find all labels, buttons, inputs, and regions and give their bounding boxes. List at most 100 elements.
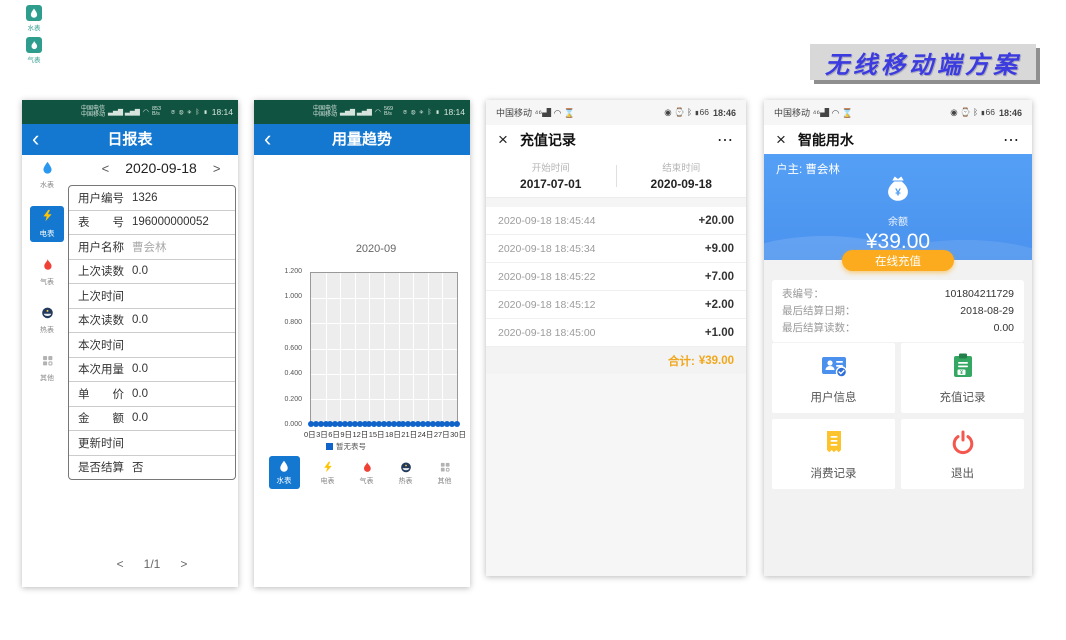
next-date-button[interactable]: > xyxy=(213,161,221,176)
menu-exit[interactable]: 退出 xyxy=(901,419,1024,489)
menu-user-info[interactable]: 用户信息 xyxy=(772,343,895,413)
x-tick-label: 12日 xyxy=(352,429,368,440)
legend-swatch xyxy=(326,443,333,450)
tab-electric[interactable]: 电表 xyxy=(317,458,339,489)
record-time: 2020-09-18 18:45:22 xyxy=(498,271,596,283)
record-amount: +2.00 xyxy=(705,299,734,311)
close-icon[interactable]: × xyxy=(498,131,508,148)
sidebar-item-heat[interactable]: 热表 xyxy=(30,303,64,338)
lightning-icon xyxy=(322,461,334,475)
record-row[interactable]: 2020-09-18 18:45:00 +1.00 xyxy=(486,319,746,347)
tab-water[interactable]: 水表 xyxy=(269,456,300,489)
phone-daily-report: 中国电信中国移动 ▃▅▇ ▃▅▇ ◠ 853B/s ◉ Ⓝ ◈ ᛒ ▮ 18:1… xyxy=(22,100,238,587)
meter-tabs: 水表 电表 气表 热表 其他 xyxy=(254,456,470,489)
y-tick-label: 0.400 xyxy=(284,370,302,377)
field-label: 用户名称 xyxy=(78,239,124,255)
start-date-picker[interactable]: 开始时间 2017-07-01 xyxy=(486,160,616,191)
gridline xyxy=(442,273,443,424)
x-tick-label: 21日 xyxy=(401,429,417,440)
data-point xyxy=(454,421,460,427)
info-label: 最后结算日期： xyxy=(782,304,856,318)
field-label: 上次时间 xyxy=(78,288,124,304)
menu-recharge-records[interactable]: ¥ 充值记录 xyxy=(901,343,1024,413)
menu-consumption-records[interactable]: 消费记录 xyxy=(772,419,895,489)
form-row: 本次用量 0.0 xyxy=(69,358,235,383)
menu-grid: 用户信息 ¥ 充值记录 xyxy=(772,343,1024,489)
lightning-icon xyxy=(41,209,54,227)
close-icon[interactable]: × xyxy=(776,131,786,148)
apps-grid-icon xyxy=(439,461,451,475)
record-row[interactable]: 2020-09-18 18:45:22 +7.00 xyxy=(486,263,746,291)
sidebar-item-gas[interactable]: 气表 xyxy=(30,255,64,290)
x-tick-label: 0日 xyxy=(304,429,316,440)
corner-icon-water-meter: 水表 xyxy=(24,5,44,32)
sidebar-item-water[interactable]: 水表 xyxy=(30,158,64,193)
app-header: × 充值记录 ⋯ xyxy=(486,125,746,154)
pagination: < 1/1 > xyxy=(68,557,236,571)
water-drop-icon xyxy=(41,161,54,179)
form-row: 是否结算 否 xyxy=(69,456,235,480)
prev-page-button[interactable]: < xyxy=(117,557,124,571)
back-button[interactable]: ‹ xyxy=(32,124,39,153)
gridline xyxy=(428,273,429,424)
record-amount: +20.00 xyxy=(699,215,735,227)
water-drop-icon xyxy=(278,460,290,474)
carrier-labels: 中国电信中国移动 xyxy=(81,106,105,119)
record-time: 2020-09-18 18:45:44 xyxy=(498,215,596,227)
next-page-button[interactable]: > xyxy=(180,557,187,571)
balance-card: 户主: 曹会林 ¥ 余额 ¥39.00 xyxy=(764,152,1032,260)
info-label: 最后结算读数： xyxy=(782,321,856,335)
svg-text:¥: ¥ xyxy=(960,370,963,376)
heat-meter-icon xyxy=(41,306,54,324)
form-row: 本次时间 xyxy=(69,333,235,358)
heat-meter-icon xyxy=(400,461,412,475)
record-amount: +7.00 xyxy=(705,271,734,283)
meter-sidebar: 水表 电表 气表 热表 其他 xyxy=(29,158,65,399)
meter-info-card: 表编号： 101804211729 最后结算日期： 2018-08-29 最后结… xyxy=(772,280,1024,342)
carrier-labels: 中国电信中国移动 xyxy=(313,106,337,119)
form-row: 单 价 0.0 xyxy=(69,382,235,407)
more-menu-icon[interactable]: ⋯ xyxy=(717,130,734,150)
record-time: 2020-09-18 18:45:12 xyxy=(498,299,596,311)
record-row[interactable]: 2020-09-18 18:45:34 +9.00 xyxy=(486,235,746,263)
back-button[interactable]: ‹ xyxy=(264,124,271,153)
sidebar-item-electric[interactable]: 电表 xyxy=(30,206,64,242)
tab-gas[interactable]: 气表 xyxy=(356,458,378,489)
gridline xyxy=(384,273,385,424)
record-row[interactable]: 2020-09-18 18:45:12 +2.00 xyxy=(486,291,746,319)
field-label: 金 额 xyxy=(78,410,124,426)
balance-label: 余额 xyxy=(888,213,908,228)
prev-date-button[interactable]: < xyxy=(102,161,110,176)
tab-heat[interactable]: 热表 xyxy=(395,458,417,489)
chart-title: 2020-09 xyxy=(294,243,458,255)
field-label: 上次读数 xyxy=(78,263,124,279)
wifi-icon: ◠ xyxy=(143,108,149,116)
report-form: 用户编号 1326 表 号 196000000052 用户名称 曹会林 上次读数… xyxy=(68,185,236,480)
form-row: 金 额 0.0 xyxy=(69,407,235,432)
form-row: 上次读数 0.0 xyxy=(69,260,235,285)
status-icons: ◉ ⌚ ᛒ ▮66 xyxy=(664,107,709,118)
more-menu-icon[interactable]: ⋯ xyxy=(1003,130,1020,150)
status-bar: 中国电信中国移动 ▃▅▇ ▃▅▇ ◠ 569B/s ◉ Ⓝ ◈ ᛒ ▮ 18:1… xyxy=(254,100,470,124)
flame-icon xyxy=(361,461,373,475)
x-tick-label: 15日 xyxy=(369,429,385,440)
sidebar-item-other[interactable]: 其他 xyxy=(30,351,64,386)
end-date-picker[interactable]: 结束时间 2020-09-18 xyxy=(617,160,747,191)
apps-grid-icon xyxy=(41,354,54,372)
record-row[interactable]: 2020-09-18 18:45:44 +20.00 xyxy=(486,207,746,235)
field-value: 0.0 xyxy=(132,388,148,400)
form-row: 用户编号 1326 xyxy=(69,186,235,211)
legend-label: 暂无表号 xyxy=(336,441,366,452)
record-amount: +1.00 xyxy=(705,327,734,339)
flame-icon xyxy=(26,37,42,53)
carrier-label: 中国移动 ⁴⁶▟ ◠ ⌛ xyxy=(774,106,853,119)
page-title: 充值记录 xyxy=(520,130,576,150)
info-row: 最后结算读数： 0.00 xyxy=(782,321,1014,335)
current-date[interactable]: 2020-09-18 xyxy=(125,160,197,176)
field-label: 本次用量 xyxy=(78,361,124,377)
corner-icon-label: 水表 xyxy=(28,22,41,32)
app-header: ‹ 日报表 xyxy=(22,124,238,155)
water-drop-icon xyxy=(26,5,42,21)
tab-other[interactable]: 其他 xyxy=(434,458,456,489)
y-tick-label: 0.600 xyxy=(284,345,302,352)
